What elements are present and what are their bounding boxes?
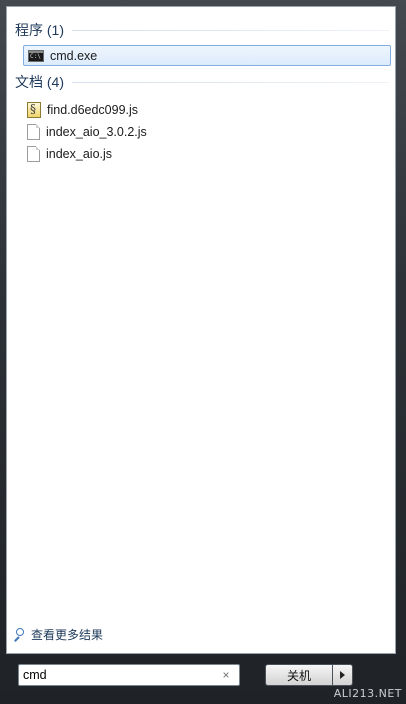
result-item-cmd[interactable]: cmd.exe — [23, 45, 391, 66]
group-header-documents-label: 文档 (4) — [15, 74, 64, 90]
group-header-divider — [72, 29, 389, 31]
result-item-label: cmd.exe — [50, 48, 98, 63]
clear-search-icon[interactable]: × — [217, 668, 235, 682]
group-header-documents: 文档 (4) — [15, 71, 389, 93]
result-item-index-aio-js[interactable]: index_aio.js — [23, 143, 391, 164]
group-header-programs-label: 程序 (1) — [15, 22, 64, 38]
result-item-index-aio-302-js[interactable]: index_aio_3.0.2.js — [23, 121, 391, 142]
search-results-panel: 程序 (1) cmd.exe 文档 (4) find.d6edc099.js i… — [6, 6, 396, 654]
search-input[interactable] — [19, 666, 217, 684]
result-item-label: index_aio_3.0.2.js — [46, 124, 147, 139]
result-item-find-js[interactable]: find.d6edc099.js — [23, 99, 391, 120]
result-item-label: index_aio.js — [46, 146, 113, 161]
arrow-right-icon — [340, 671, 345, 679]
script-file-icon — [27, 101, 41, 118]
watermark: ALI213.NET — [333, 687, 402, 700]
see-more-results-link[interactable]: 查看更多结果 — [12, 626, 103, 643]
shutdown-button[interactable]: 关机 — [265, 664, 333, 686]
group-header-programs: 程序 (1) — [15, 19, 389, 41]
see-more-label: 查看更多结果 — [31, 628, 104, 642]
search-box[interactable]: × — [18, 664, 240, 686]
shutdown-options-button[interactable] — [333, 664, 353, 686]
file-icon — [27, 145, 40, 162]
file-icon — [27, 123, 40, 140]
result-item-label: find.d6edc099.js — [47, 102, 139, 117]
search-icon — [12, 627, 26, 642]
start-menu-frame: 程序 (1) cmd.exe 文档 (4) find.d6edc099.js i… — [0, 0, 406, 704]
shutdown-group: 关机 — [265, 664, 353, 686]
group-header-divider — [72, 81, 389, 83]
cmd-icon — [28, 49, 44, 62]
